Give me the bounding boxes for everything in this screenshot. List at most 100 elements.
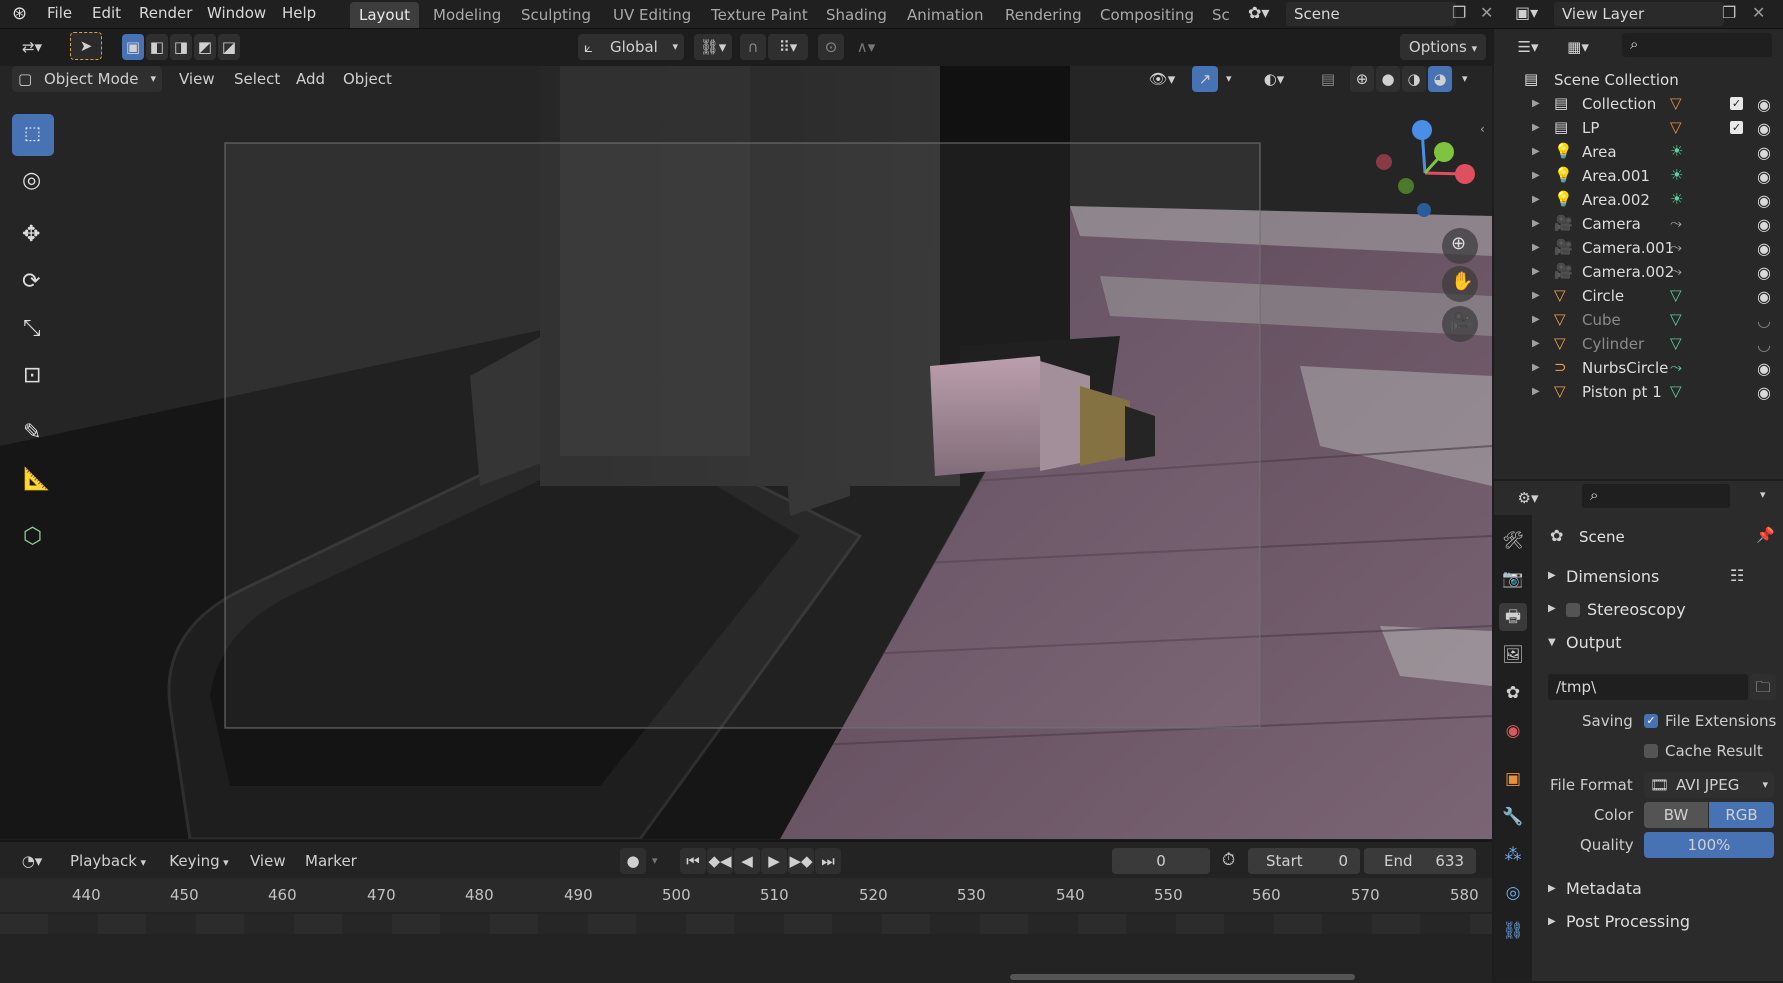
metadata-section[interactable]: Metadata: [1566, 879, 1642, 898]
data-mesh-icon[interactable]: ▽: [1670, 286, 1682, 304]
gizmo-y-icon[interactable]: [1434, 142, 1454, 162]
tab-render[interactable]: 📷: [1499, 565, 1527, 593]
outliner-row[interactable]: ▶ ⊃ NurbsCircle ⤳ ◉: [1494, 355, 1783, 382]
overlays-toggle[interactable]: ◐▾: [1254, 66, 1294, 92]
end-frame-field[interactable]: End 633: [1364, 848, 1476, 874]
play-button[interactable]: ▶: [761, 848, 787, 874]
view-layer-icon[interactable]: ▣▾: [1515, 3, 1538, 22]
expand-icon[interactable]: ▶: [1532, 170, 1540, 181]
file-extensions-label[interactable]: File Extensions: [1665, 712, 1776, 730]
delete-scene-icon[interactable]: ✕: [1480, 3, 1493, 22]
tab-compositing[interactable]: Compositing: [1091, 2, 1203, 28]
data-light-icon[interactable]: ☀: [1670, 166, 1683, 184]
cache-result-checkbox[interactable]: [1644, 744, 1658, 758]
pivot-point-dropdown[interactable]: ⛓▾: [694, 34, 732, 60]
tab-modeling[interactable]: Modeling: [424, 2, 510, 28]
data-camera-icon[interactable]: ⤳: [1670, 214, 1682, 232]
transform-tool[interactable]: ⊡: [12, 357, 54, 399]
menu-select[interactable]: Select: [234, 70, 280, 88]
list-icon[interactable]: ☷: [1730, 566, 1744, 585]
move-tool[interactable]: ✥: [12, 216, 54, 258]
tab-world[interactable]: ◉: [1499, 717, 1527, 745]
blender-logo-icon[interactable]: ⊛: [12, 3, 27, 24]
tab-shading[interactable]: Shading: [817, 2, 896, 28]
quality-slider[interactable]: 100%: [1644, 832, 1774, 858]
file-extensions-checkbox[interactable]: ✓: [1644, 714, 1658, 728]
keying-set-dropdown-icon[interactable]: ▾: [652, 854, 658, 867]
sidebar-toggle-icon[interactable]: ‹: [1480, 122, 1485, 136]
expand-icon[interactable]: ▶: [1532, 362, 1540, 373]
menu-render[interactable]: Render: [139, 4, 192, 22]
snap-toggle[interactable]: ∩: [740, 34, 766, 60]
expand-icon[interactable]: ▶: [1532, 146, 1540, 157]
pan-view-button[interactable]: ✋: [1442, 266, 1478, 302]
play-reverse-button[interactable]: ◀: [734, 848, 760, 874]
falloff-dropdown[interactable]: ∧▾: [846, 34, 886, 60]
display-mode-dropdown[interactable]: ▦▾: [1558, 34, 1598, 60]
options-dropdown[interactable]: Options ▾: [1400, 34, 1486, 60]
tab-physics[interactable]: ◎: [1499, 879, 1527, 907]
data-camera-icon[interactable]: ⤳: [1670, 238, 1682, 256]
expand-dimensions-icon[interactable]: ▶: [1548, 570, 1556, 581]
outliner-row[interactable]: ▶ 🎥 Camera ⤳ ◉: [1494, 211, 1783, 238]
3d-viewport[interactable]: ⬚ ◎ ✥ ⟳ ⤡ ⊡ ✎ 📐 ⬡ ⊕ ✋ 🎥 ‹: [0, 66, 1492, 839]
expand-icon[interactable]: ▶: [1532, 386, 1540, 397]
select-box-tool[interactable]: ⬚: [12, 114, 54, 156]
mode-dropdown[interactable]: ▢ Object Mode ▾: [12, 66, 162, 92]
prev-keyframe-button[interactable]: ◆◀: [707, 848, 733, 874]
tab-animation[interactable]: Animation: [898, 2, 992, 28]
zoom-view-button[interactable]: ⊕: [1442, 228, 1478, 264]
next-keyframe-button[interactable]: ▶◆: [788, 848, 814, 874]
stopwatch-icon[interactable]: ⏱: [1222, 850, 1235, 870]
snap-target-dropdown[interactable]: ⠿▾: [768, 34, 808, 60]
color-bw-button[interactable]: BW: [1644, 802, 1708, 828]
eye-icon[interactable]: ◉: [1757, 239, 1771, 258]
data-collection-icon[interactable]: ▽: [1670, 118, 1682, 136]
collapse-output-icon[interactable]: ▼: [1548, 637, 1556, 648]
outliner-row[interactable]: ▶ ▽ Piston pt 1 ▽ ◉: [1494, 379, 1783, 406]
tool-select-button[interactable]: ➤: [70, 32, 102, 60]
expand-post-processing-icon[interactable]: ▶: [1548, 916, 1556, 927]
menu-object[interactable]: Object: [343, 70, 392, 88]
menu-edit[interactable]: Edit: [92, 4, 121, 22]
scale-tool[interactable]: ⤡: [12, 310, 54, 352]
eye-icon[interactable]: ◉: [1757, 167, 1771, 186]
outliner-editor-type[interactable]: ☰▾: [1508, 34, 1548, 60]
timeline-editor-type[interactable]: ◔▾: [12, 848, 52, 874]
tab-modifiers[interactable]: 🔧: [1499, 803, 1527, 831]
chevron-down-icon[interactable]: ▾: [1760, 488, 1766, 501]
proportional-edit-toggle[interactable]: ⊙: [818, 34, 844, 60]
data-mesh-icon[interactable]: ▽: [1670, 310, 1682, 328]
tab-object[interactable]: ▣: [1499, 765, 1527, 793]
outliner-row[interactable]: ▶ 💡 Area.002 ☀ ◉: [1494, 187, 1783, 214]
eye-icon[interactable]: ◉: [1757, 263, 1771, 282]
menu-file[interactable]: File: [47, 4, 72, 22]
expand-icon[interactable]: ▶: [1532, 98, 1540, 109]
keying-menu[interactable]: Keying ▾: [160, 848, 238, 874]
tab-sculpting[interactable]: Sculpting: [512, 2, 600, 28]
select-mode-subtract[interactable]: ◨: [170, 34, 192, 60]
eye-icon[interactable]: ◉: [1757, 191, 1771, 210]
tab-tool[interactable]: 🛠: [1499, 527, 1527, 555]
tab-scene[interactable]: ✿: [1499, 679, 1527, 707]
outliner-row[interactable]: ▶ ▽ Cube ▽ ◡: [1494, 307, 1783, 334]
data-collection-icon[interactable]: ▽: [1670, 94, 1682, 112]
expand-metadata-icon[interactable]: ▶: [1548, 883, 1556, 894]
expand-stereoscopy-icon[interactable]: ▶: [1548, 603, 1556, 614]
jump-end-button[interactable]: ⏭: [815, 848, 841, 874]
file-format-dropdown[interactable]: 🎞 AVI JPEG ▾: [1644, 772, 1774, 798]
cursor-tool[interactable]: ◎: [12, 162, 54, 204]
camera-view-button[interactable]: 🎥: [1442, 306, 1478, 342]
scene-selector-icon[interactable]: ✿▾: [1248, 3, 1269, 22]
exclude-checkbox[interactable]: ✓: [1730, 97, 1743, 110]
shading-material[interactable]: ◑: [1402, 66, 1426, 92]
xray-toggle[interactable]: ▤: [1316, 66, 1340, 92]
expand-icon[interactable]: ▶: [1532, 242, 1540, 253]
select-mode-extend[interactable]: ◧: [146, 34, 168, 60]
eye-icon[interactable]: ◉: [1757, 143, 1771, 162]
new-scene-icon[interactable]: ❐: [1452, 3, 1466, 22]
rotate-tool[interactable]: ⟳: [12, 263, 54, 305]
properties-editor-type[interactable]: ⚙▾: [1508, 485, 1548, 511]
menu-add[interactable]: Add: [296, 70, 325, 88]
eye-icon[interactable]: ◉: [1757, 215, 1771, 234]
